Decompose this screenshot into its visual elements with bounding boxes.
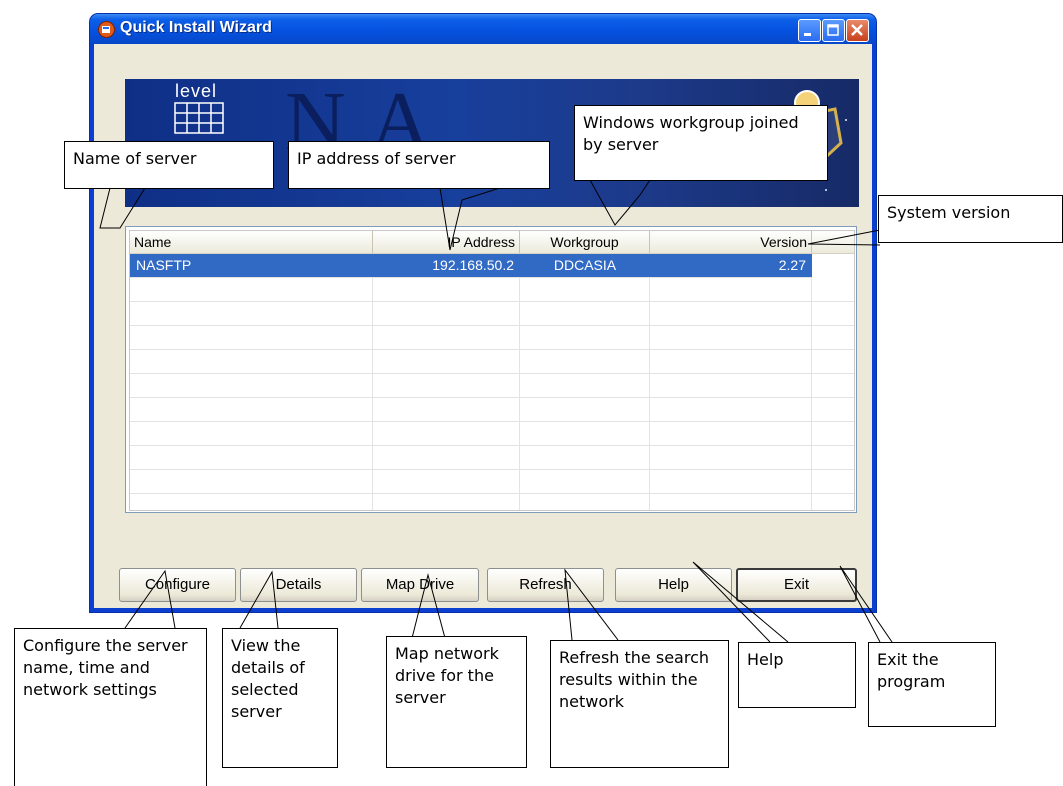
callout-workgroup: Windows workgroup joined by server — [574, 105, 828, 181]
callout-help: Help — [738, 642, 856, 708]
callout-exit: Exit the program — [868, 642, 996, 727]
callout-configure: Configure the server name, time and netw… — [14, 628, 207, 786]
callout-name: Name of server — [64, 141, 274, 189]
callout-refresh: Refresh the search results within the ne… — [550, 640, 729, 768]
callout-ip: IP address of server — [288, 141, 550, 189]
callout-version: System version — [878, 195, 1063, 243]
callout-map: Map network drive for the server — [386, 636, 527, 768]
callout-details: View the details of selected server — [222, 628, 338, 768]
